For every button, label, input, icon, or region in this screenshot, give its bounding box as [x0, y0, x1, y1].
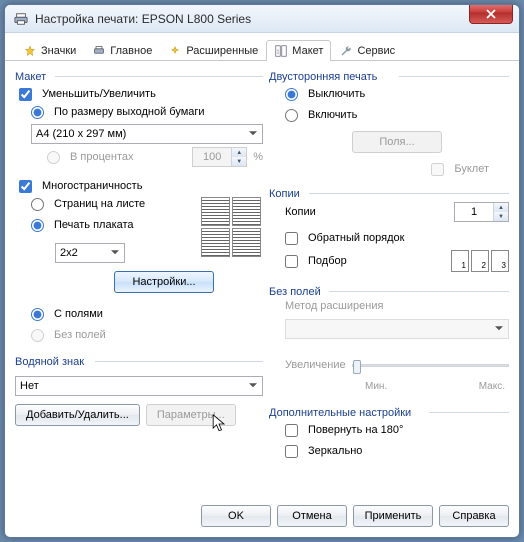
- borderless-radio: [31, 329, 44, 342]
- duplex-off-radio[interactable]: [285, 88, 298, 101]
- watermark-select[interactable]: Нет: [15, 376, 263, 396]
- with-borders-label: С полями: [54, 308, 103, 320]
- tab-bar: Значки Главное Расширенные 1 Макет Серви…: [5, 33, 519, 61]
- cancel-button[interactable]: Отмена: [277, 505, 347, 527]
- tab-content: Макет Уменьшить/Увеличить По размеру вых…: [5, 61, 519, 497]
- layout-icon: 1: [274, 44, 288, 58]
- duplex-margins-button: Поля...: [352, 131, 442, 153]
- reduce-enlarge-checkbox[interactable]: [19, 88, 32, 101]
- duplex-on-radio[interactable]: [285, 109, 298, 122]
- tab-label: Главное: [110, 45, 152, 57]
- booklet-checkbox: [431, 163, 444, 176]
- slider-min-label: Мин.: [365, 381, 387, 392]
- titlebar[interactable]: Настройка печати: EPSON L800 Series: [5, 5, 519, 33]
- close-button[interactable]: [469, 4, 513, 24]
- percent-input: [193, 148, 231, 166]
- reduce-enlarge-label: Уменьшить/Увеличить: [42, 88, 156, 100]
- star-icon: [23, 44, 37, 58]
- spin-up[interactable]: ▲: [494, 203, 508, 212]
- tab-advanced[interactable]: Расширенные: [160, 40, 266, 61]
- multipage-label: Многостраничность: [42, 180, 142, 192]
- group-copies-title: Копии: [269, 184, 509, 202]
- tab-shortcuts[interactable]: Значки: [15, 40, 84, 61]
- fit-to-page-label: По размеру выходной бумаги: [54, 106, 205, 118]
- apply-button[interactable]: Применить: [353, 505, 433, 527]
- spin-up: ▲: [232, 148, 246, 157]
- group-layout-title: Макет: [15, 67, 263, 85]
- sparkle-icon: [168, 44, 182, 58]
- poster-label: Печать плаката: [54, 219, 134, 231]
- rotate-180-label: Повернуть на 180°: [308, 424, 403, 436]
- slider-max-label: Макс.: [479, 381, 505, 392]
- printer-icon: [92, 44, 106, 58]
- enlargement-label: Увеличение: [285, 359, 346, 371]
- watermark-add-remove-button[interactable]: Добавить/Удалить...: [15, 404, 140, 426]
- group-duplex-title: Двусторонняя печать: [269, 67, 509, 85]
- pages-per-sheet-label: Страниц на листе: [54, 198, 145, 210]
- tab-label: Сервис: [357, 45, 395, 57]
- dialog-buttons: OK Отмена Применить Справка: [5, 497, 519, 537]
- group-borderless-title: Без полей: [269, 282, 509, 300]
- help-button[interactable]: Справка: [439, 505, 509, 527]
- tab-label: Макет: [292, 45, 323, 57]
- borderless-label: Без полей: [54, 329, 106, 341]
- group-watermark-title: Водяной знак: [15, 352, 263, 370]
- tab-label: Расширенные: [186, 45, 258, 57]
- ok-button[interactable]: OK: [201, 505, 271, 527]
- poster-size-select[interactable]: 2x2: [55, 243, 125, 263]
- printer-icon: [13, 11, 29, 27]
- copies-label: Копии: [285, 206, 335, 218]
- multipage-settings-button[interactable]: Настройки...: [114, 271, 214, 293]
- wrench-icon: [339, 44, 353, 58]
- percent-suffix: %: [253, 151, 263, 163]
- copies-input[interactable]: [455, 203, 493, 221]
- tab-service[interactable]: Сервис: [331, 40, 403, 61]
- window-title: Настройка печати: EPSON L800 Series: [35, 12, 251, 26]
- pages-per-sheet-radio[interactable]: [31, 198, 44, 211]
- duplex-on-label: Включить: [308, 109, 357, 121]
- group-extra-title: Дополнительные настройки: [269, 403, 509, 421]
- print-settings-window: Настройка печати: EPSON L800 Series Знач…: [4, 4, 520, 538]
- expansion-method-label: Метод расширения: [285, 300, 509, 312]
- rotate-180-checkbox[interactable]: [285, 424, 298, 437]
- tab-label: Значки: [41, 45, 76, 57]
- spin-down[interactable]: ▼: [494, 212, 508, 221]
- collate-preview: 1 2 3: [451, 250, 509, 272]
- fit-to-page-radio[interactable]: [31, 106, 44, 119]
- multipage-checkbox[interactable]: [19, 180, 32, 193]
- collate-label: Подбор: [308, 255, 347, 267]
- spin-down: ▼: [232, 157, 246, 166]
- mirror-label: Зеркально: [308, 445, 362, 457]
- poster-preview: [199, 195, 263, 259]
- reverse-order-checkbox[interactable]: [285, 232, 298, 245]
- booklet-label: Буклет: [454, 163, 489, 175]
- duplex-off-label: Выключить: [308, 88, 365, 100]
- reverse-order-label: Обратный порядок: [308, 232, 404, 244]
- with-borders-radio[interactable]: [31, 308, 44, 321]
- percent-radio[interactable]: [47, 151, 60, 164]
- tab-layout[interactable]: 1 Макет: [266, 40, 331, 61]
- svg-text:1: 1: [277, 49, 280, 55]
- enlargement-slider: [352, 364, 509, 367]
- collate-checkbox[interactable]: [285, 255, 298, 268]
- expansion-method-select: [285, 319, 509, 339]
- watermark-params-button: Параметры...: [146, 404, 236, 426]
- mirror-checkbox[interactable]: [285, 445, 298, 458]
- percent-label: В процентах: [70, 151, 134, 163]
- paper-size-select[interactable]: A4 (210 x 297 мм): [31, 124, 263, 144]
- tab-main[interactable]: Главное: [84, 40, 160, 61]
- poster-radio[interactable]: [31, 219, 44, 232]
